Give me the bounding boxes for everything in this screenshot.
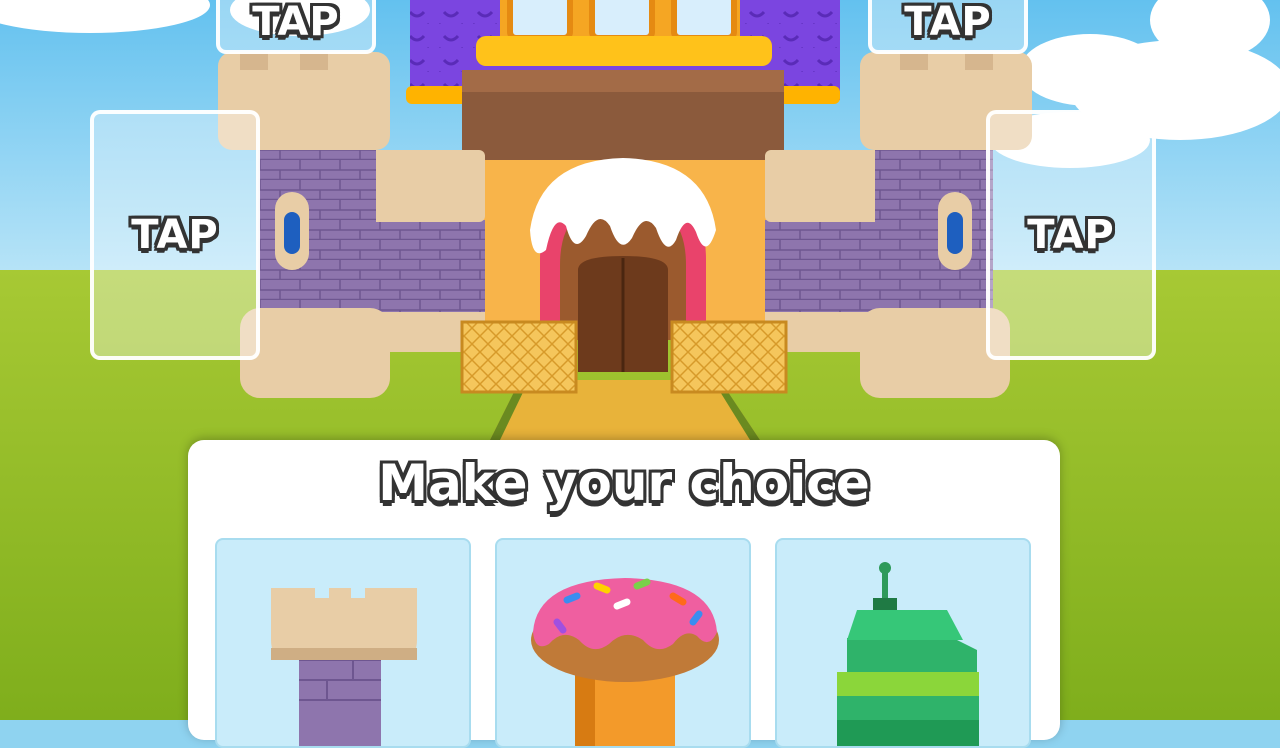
option-robot-tower[interactable] [775, 538, 1031, 748]
tap-slot-top-right[interactable]: TAP [868, 0, 1028, 54]
tap-label: TAP [131, 212, 219, 258]
game-scene: TAP TAP TAP TAP Make your choice [0, 0, 1280, 748]
tap-label: TAP [1027, 212, 1115, 258]
option-donut-tower[interactable] [495, 538, 751, 748]
tap-slot-mid-left[interactable]: TAP [90, 110, 260, 360]
tap-slot-mid-right[interactable]: TAP [986, 110, 1156, 360]
green-robot-tower-icon [837, 562, 979, 746]
panel-title: Make your choice [378, 454, 870, 512]
tap-label: TAP [904, 0, 992, 45]
donut-tower-icon [531, 578, 719, 746]
choice-panel: Make your choice [188, 440, 1060, 748]
tap-slot-top-left[interactable]: TAP [216, 0, 376, 54]
option-castle-tower[interactable] [215, 538, 471, 748]
stone-tower-icon [271, 588, 417, 746]
tap-label: TAP [252, 0, 340, 45]
